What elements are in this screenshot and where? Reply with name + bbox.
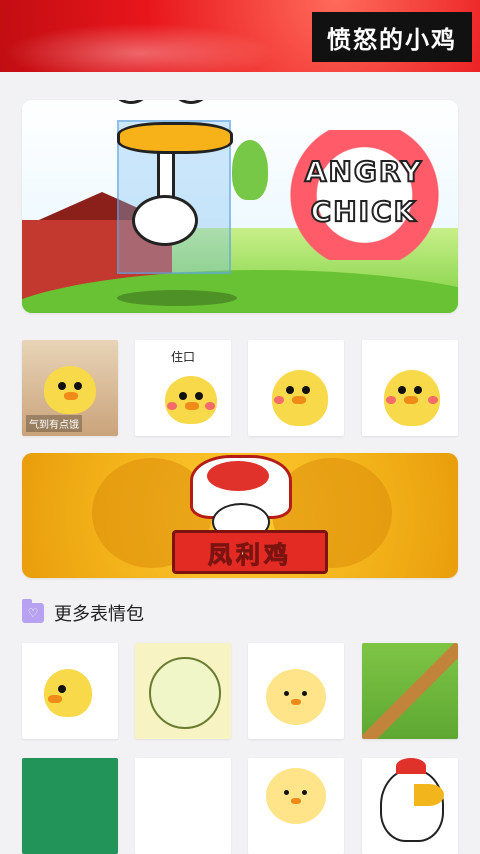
hero-logo-line2: CHICK	[310, 194, 418, 229]
sticker-caption: 住口	[170, 350, 195, 364]
horn-icon	[414, 784, 444, 806]
chick-icon	[272, 370, 328, 426]
chick-icon	[44, 366, 96, 414]
grid-item-1[interactable]	[22, 643, 118, 739]
hero-banner[interactable]: ANGRY CHICK	[22, 100, 458, 313]
sticker-bubble-image	[149, 657, 221, 729]
heart-folder-icon: ♡	[22, 599, 44, 623]
banner-board-text: 凤利鸡	[208, 540, 292, 569]
grid-item-2[interactable]	[135, 643, 231, 739]
sticker-caption: 气到有点饿	[26, 415, 82, 432]
chick-shadow	[117, 290, 237, 306]
hero-logo-line1: ANGRY	[304, 154, 424, 189]
grid-item-7[interactable]	[248, 758, 344, 854]
grid-item-8[interactable]	[362, 758, 458, 854]
header-decoration	[0, 18, 300, 72]
sticker-thumb-1[interactable]: 气到有点饿	[22, 340, 118, 436]
chick-icon	[384, 370, 440, 426]
chick-icon	[165, 376, 217, 424]
chick-icon	[266, 768, 326, 824]
app-header: 愤怒的小鸡	[0, 0, 480, 72]
chick-beak	[117, 122, 233, 154]
section-header: ♡ 更多表情包	[22, 599, 144, 626]
grid-item-5[interactable]	[22, 758, 118, 854]
hero-logo: ANGRY CHICK	[284, 152, 444, 232]
section-title: 更多表情包	[54, 604, 144, 625]
grid-item-3[interactable]	[248, 643, 344, 739]
grid-item-6[interactable]	[135, 758, 231, 854]
tree-image	[232, 140, 268, 200]
sticker-thumb-4[interactable]	[362, 340, 458, 436]
grid-item-4[interactable]	[362, 643, 458, 739]
chick-body	[132, 195, 198, 246]
header-title-box: 愤怒的小鸡	[312, 12, 472, 62]
sticker-thumb-3[interactable]	[248, 340, 344, 436]
chick-icon	[266, 669, 326, 725]
lion-dance-banner[interactable]: 凤利鸡	[22, 453, 458, 578]
sticker-thumb-2[interactable]: 住口	[135, 340, 231, 436]
lion-mask-image	[207, 461, 269, 491]
chick-icon	[44, 669, 92, 717]
header-title: 愤怒的小鸡	[327, 25, 457, 54]
banner-board: 凤利鸡	[172, 530, 328, 574]
